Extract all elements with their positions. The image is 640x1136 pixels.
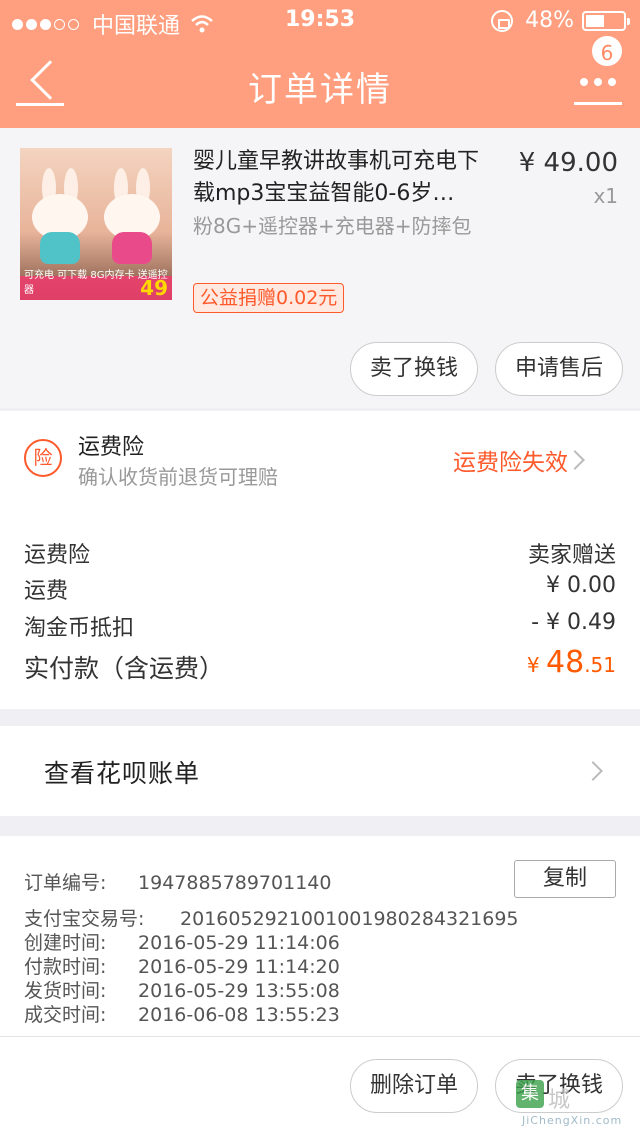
fee-value: ¥ 0.00 — [546, 573, 616, 598]
watermark-name: 城 — [548, 1088, 571, 1113]
header: 中国联通 19:53 48% 订单详情 6 — [0, 0, 640, 128]
more-dot — [608, 78, 616, 86]
total-amount: ¥ 48.51 — [527, 645, 616, 680]
total-currency: ¥ — [526, 653, 546, 677]
watermark-url: JiChengXin.com — [522, 1114, 623, 1127]
total-decimal: .51 — [584, 653, 616, 677]
page-title: 订单详情 — [248, 70, 392, 110]
bunny-figure-right — [104, 168, 160, 264]
insurance-icon: 险 — [24, 439, 62, 477]
watermark-box: 集 — [516, 1080, 544, 1108]
bunny-body — [112, 232, 152, 264]
insurance-subtitle: 确认收货前退货可理赔 — [78, 465, 278, 489]
fee-label: 运费 — [24, 579, 69, 604]
product-card[interactable]: 可充电 可下载 8G内存卡 送遥控器 49 婴儿童早教讲故事机可充电下载mp3宝… — [0, 128, 640, 408]
product-thumbnail[interactable]: 可充电 可下载 8G内存卡 送遥控器 49 — [20, 148, 172, 300]
huabei-bill-label: 查看花呗账单 — [44, 759, 201, 788]
huabei-bill-row[interactable]: 查看花呗账单 — [0, 726, 640, 816]
battery-percent: 48% — [525, 8, 574, 33]
shipped-time-row: 发货时间: 2016-05-29 13:55:08 — [24, 976, 340, 1003]
more-icon — [580, 78, 622, 86]
product-sku: 粉8G+遥控器+充电器+防摔包 — [193, 214, 472, 238]
product-title[interactable]: 婴儿童早教讲故事机可充电下载mp3宝宝益智能0-6岁… — [193, 146, 498, 210]
order-number-label: 订单编号: — [24, 872, 107, 894]
sell-for-cash-button[interactable]: 卖了换钱 — [350, 342, 478, 396]
alipay-trade-row: 支付宝交易号: 2016052921001001980284321695 — [24, 904, 519, 931]
completed-time-label: 成交时间: — [24, 1004, 107, 1026]
fee-label: 淘金币抵扣 — [24, 616, 135, 641]
completed-time-row: 成交时间: 2016-06-08 13:55:23 — [24, 1000, 340, 1027]
fee-label: 运费险 — [24, 543, 91, 568]
more-dot — [580, 78, 588, 86]
paid-time-label: 付款时间: — [24, 956, 107, 978]
fee-row: 运费 ¥ 0.00 — [24, 573, 616, 605]
product-price: ¥ 49.00 — [518, 148, 618, 178]
fee-row: 运费险 卖家赠送 — [24, 537, 616, 569]
status-bar: 中国联通 19:53 48% — [0, 0, 640, 40]
thumbnail-banner: 可充电 可下载 8G内存卡 送遥控器 49 — [20, 270, 172, 300]
chevron-right-icon — [583, 761, 603, 781]
shipped-time-label: 发货时间: — [24, 980, 107, 1002]
shipping-insurance-row[interactable]: 险 运费险 确认收货前退货可理赔 运费险失效 — [0, 411, 640, 509]
shipped-time: 2016-05-29 13:55:08 — [138, 980, 340, 1002]
after-sale-button[interactable]: 申请售后 — [495, 342, 623, 396]
created-time: 2016-05-29 11:14:06 — [138, 932, 340, 954]
battery-icon — [582, 10, 630, 31]
more-dot — [594, 78, 602, 86]
insurance-status: 运费险失效 — [453, 450, 568, 476]
delete-order-button[interactable]: 删除订单 — [350, 1059, 478, 1113]
bunny-body — [40, 232, 80, 264]
more-button[interactable]: 6 — [574, 34, 624, 108]
created-time-row: 创建时间: 2016-05-29 11:14:06 — [24, 928, 340, 955]
total-row: 实付款（含运费） ¥ 48.51 — [24, 645, 616, 685]
order-number: 1947885789701140 — [138, 872, 332, 894]
thumbnail-price: 49 — [140, 276, 168, 300]
total-label: 实付款（含运费） — [24, 654, 225, 683]
fee-breakdown: 运费险 卖家赠送 运费 ¥ 0.00 淘金币抵扣 - ¥ 0.49 实付款（含运… — [0, 509, 640, 709]
total-integer: 48 — [546, 645, 585, 680]
rotation-lock-icon — [491, 9, 514, 32]
message-badge: 6 — [590, 34, 624, 68]
chevron-right-icon — [565, 450, 585, 470]
divider — [0, 1036, 640, 1037]
alipay-trade-number: 2016052921001001980284321695 — [180, 908, 519, 930]
more-underline — [574, 102, 622, 105]
product-quantity: x1 — [593, 184, 618, 208]
order-number-row: 订单编号: 1947885789701140 — [24, 868, 331, 895]
charity-tag: 公益捐赠0.02元 — [193, 283, 345, 313]
completed-time: 2016-06-08 13:55:23 — [138, 1004, 340, 1026]
status-right: 48% — [491, 8, 630, 33]
battery-fill — [586, 14, 604, 27]
insurance-title: 运费险 — [78, 435, 145, 460]
fee-value: - ¥ 0.49 — [531, 610, 616, 635]
created-time-label: 创建时间: — [24, 932, 107, 954]
copy-button[interactable]: 复制 — [514, 860, 616, 898]
alipay-trade-label: 支付宝交易号: — [24, 908, 145, 930]
paid-time: 2016-05-29 11:14:20 — [138, 956, 340, 978]
watermark-logo: 集 城 JiChengXin.com — [516, 1080, 628, 1132]
bunny-figure-left — [32, 168, 88, 264]
fee-value: 卖家赠送 — [527, 543, 616, 568]
fee-row: 淘金币抵扣 - ¥ 0.49 — [24, 610, 616, 642]
paid-time-row: 付款时间: 2016-05-29 11:14:20 — [24, 952, 340, 979]
